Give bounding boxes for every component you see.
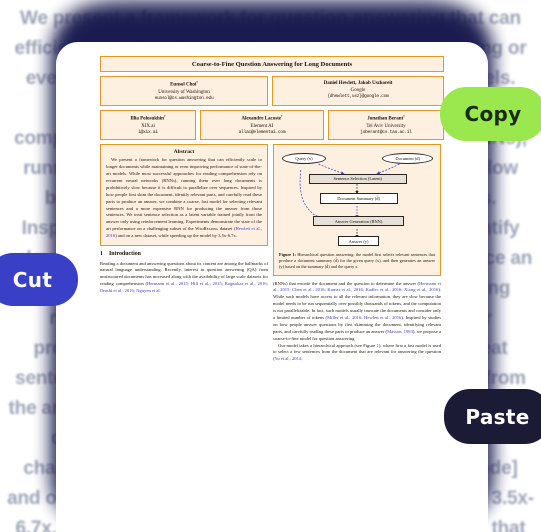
author-block: Eunsol Choi† University of Washington eu… [100,76,268,107]
figure-1-caption: Figure 1: Hierarchical question answerin… [279,251,435,270]
author-affiliation: University of Washington [158,89,210,95]
cut-button[interactable]: Cut [0,253,78,306]
screen: We present a framework for question answ… [0,0,541,532]
figure-1-box: Query (x) Document (d) Sentence Selectio… [273,143,441,276]
abstract-heading: Abstract [173,148,195,155]
author-dagger: † [163,113,166,118]
author-email: allac@elementai.com [238,129,286,135]
copy-button[interactable]: Copy [440,87,541,141]
paper-columns: Abstract We present a framework for ques… [100,143,444,363]
author-block: Daniel Hewlett, Jakob Uszkoreit Google {… [272,76,444,107]
right-column-paragraph-1: (RNNs) that encode the document and the … [273,280,441,341]
author-dagger: † [196,79,198,84]
author-block: Jonathan Berant† Tel Aviv University job… [328,109,444,141]
citation-link[interactable]: Miller et al., 2016; Hewlett et al., 201… [327,315,401,320]
figure-1-diagram: Query (x) Document (d) Sentence Selectio… [279,150,435,249]
author-email: {dhewlett,usz}@google.com [327,94,389,100]
author-block: Alexandre Lacoste† Element AI allac@elem… [200,109,324,141]
author-affiliation: XIX.ai [141,123,155,129]
author-dagger: † [281,113,283,118]
citation-link[interactable]: Yu et al., 2014; [275,356,303,361]
author-email: joberant@cs.tau.ac.il [360,129,412,135]
author-row-2: Illia Polosukhin† XIX.ai i@xix.ai Alexan… [100,109,444,141]
paper-card: Coarse-to-Fine Question Answering for Lo… [56,42,488,532]
node-document-summary: Document Summary (d̂) [319,193,398,204]
author-name: Alexandre Lacoste† [241,113,283,122]
paste-button[interactable]: Paste [444,389,541,444]
abstract-body: We present a framework for question answ… [106,157,262,239]
abstract-dataset-name: WikiReading [195,226,219,232]
figure-label: Figure 1: [279,251,296,257]
author-email: eunsol@cs.washington.edu [154,95,214,101]
author-name: Jonathan Berant† [367,113,405,122]
author-affiliation: Tel Aviv University [366,123,406,129]
paper-content: Coarse-to-Fine Question Answering for Lo… [100,56,444,363]
author-dagger: † [403,113,405,118]
author-name: Illia Polosukhin† [130,113,166,122]
paper-title: Coarse-to-Fine Question Answering for Lo… [100,56,444,72]
author-email: i@xix.ai [138,129,158,135]
author-name: Eunsol Choi† [170,79,198,88]
node-sentence-selection: Sentence Selection (Latent) [308,173,407,184]
right-column: Query (x) Document (d) Sentence Selectio… [273,143,441,363]
author-row-1: Eunsol Choi† University of Washington eu… [100,76,444,107]
section-number: 1 [100,251,103,258]
node-query: Query (x) [282,152,326,164]
author-block: Illia Polosukhin† XIX.ai i@xix.ai [100,109,196,141]
left-column: Abstract We present a framework for ques… [100,143,268,295]
citation-link[interactable]: Masson, 1983 [387,329,413,334]
introduction-body: Reading a document and answering questio… [100,260,268,294]
section-title: Introduction [108,251,141,258]
node-answer-generation: Answer Generation (RNN) [313,216,404,227]
author-name: Daniel Hewlett, Jakob Uszkoreit [323,79,393,86]
author-affiliation: Element AI [250,123,274,129]
node-answer: Answer (y) [338,235,379,247]
abstract-box: Abstract We present a framework for ques… [100,143,268,247]
node-document: Document (d) [381,152,434,164]
section-heading-introduction: 1 Introduction [100,251,268,257]
right-column-paragraph-2: Our model takes a hierarchical approach … [273,342,441,362]
